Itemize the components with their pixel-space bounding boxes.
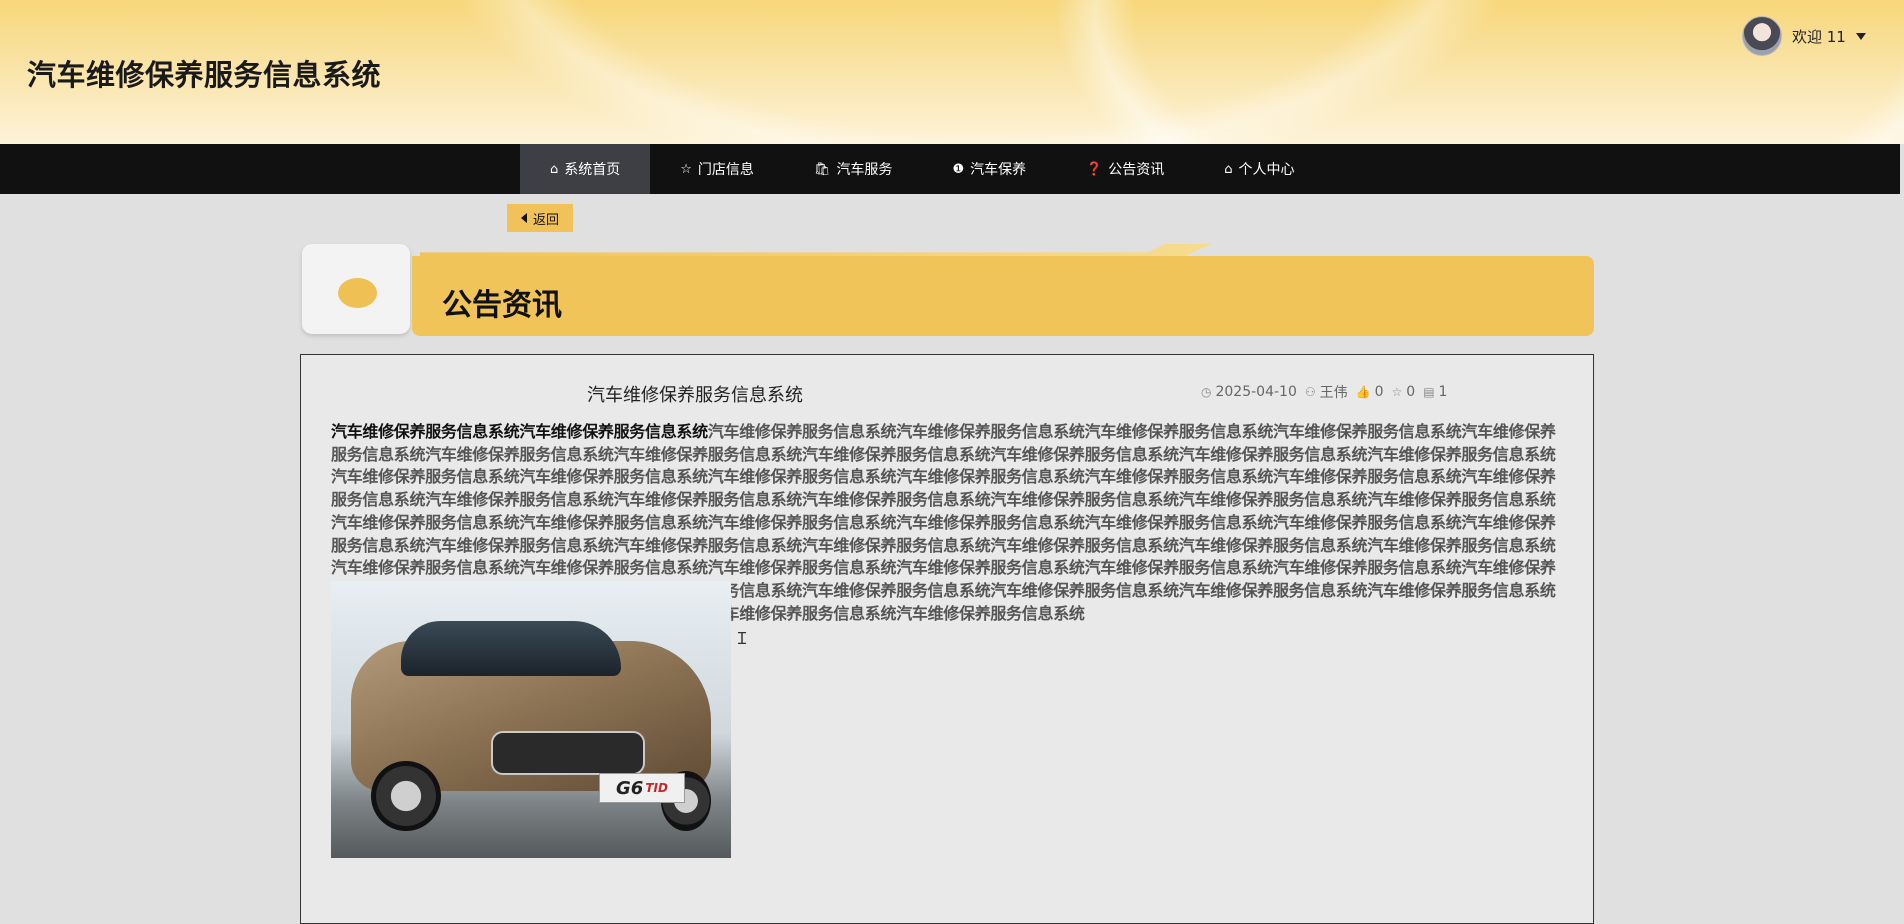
welcome-text[interactable]: 欢迎 11	[1792, 26, 1846, 47]
user-menu[interactable]: 欢迎 11	[1742, 16, 1866, 56]
nav-items: ⌂ 系统首页 ☆ 门店信息 🛍 汽车服务 ❶ 汽车保养 ❓ 公告资讯 ⌂ 个人中…	[520, 144, 1325, 194]
thumbs-up-icon: 👍	[1355, 385, 1371, 399]
star-icon: ☆	[1391, 385, 1403, 399]
site-title: 汽车维修保养服务信息系统	[27, 58, 382, 92]
caret-down-icon[interactable]	[1855, 32, 1866, 40]
date-text: 2025-04-10	[1215, 384, 1297, 400]
nav-item-label: 个人中心	[1238, 162, 1295, 178]
article-title: 汽车维修保养服务信息系统	[587, 385, 803, 406]
article-favorites[interactable]: ☆ 0	[1392, 384, 1416, 400]
car-wheel	[371, 761, 441, 831]
author-text: 王伟	[1319, 385, 1348, 401]
article-author: ⚇ 王伟	[1305, 382, 1348, 402]
comments-count: 1	[1438, 384, 1448, 400]
question-icon: ❓	[1086, 161, 1103, 177]
bag-icon: 🛍	[813, 161, 831, 177]
car-grille	[491, 731, 645, 775]
nav-item-label: 公告资讯	[1108, 162, 1165, 178]
section-banner: 公告资讯	[302, 244, 1594, 336]
avatar[interactable]	[1742, 16, 1782, 56]
main-nav: ⌂ 系统首页 ☆ 门店信息 🛍 汽车服务 ❶ 汽车保养 ❓ 公告资讯 ⌂ 个人中…	[0, 144, 1900, 194]
nav-item-home[interactable]: ⌂ 系统首页	[520, 144, 651, 194]
article-date: ◷ 2025-04-10	[1201, 384, 1297, 400]
car-plate: G6 TID	[599, 773, 685, 803]
nav-item-label: 系统首页	[564, 162, 621, 178]
home-icon: ⌂	[1224, 161, 1233, 177]
back-button[interactable]: 返回	[507, 204, 573, 232]
section-title: 公告资讯	[442, 288, 562, 323]
nav-item-label: 门店信息	[697, 162, 754, 178]
plate-suffix: TID	[645, 781, 668, 795]
home-icon: ⌂	[550, 161, 559, 177]
article-lead: 汽车维修保养服务信息系统汽车维修保养服务信息系统	[331, 422, 708, 441]
article-card: 汽车维修保养服务信息系统 ◷ 2025-04-10 ⚇ 王伟 👍 0 ☆ 0 ▤…	[300, 354, 1594, 924]
article-likes[interactable]: 👍 0	[1356, 384, 1384, 400]
nav-item-label: 汽车保养	[970, 162, 1027, 178]
info-icon: ❶	[952, 161, 965, 177]
car-window	[401, 621, 621, 676]
banner-badge	[302, 244, 410, 334]
text-cursor-icon: Ｉ	[734, 629, 751, 648]
nav-item-maintenance[interactable]: ❶ 汽车保养	[922, 144, 1056, 194]
likes-count: 0	[1374, 384, 1384, 400]
banner-bar	[412, 256, 1594, 336]
nav-item-car-service[interactable]: 🛍 汽车服务	[784, 144, 923, 194]
clock-icon: ◷	[1201, 385, 1212, 399]
nav-item-label: 汽车服务	[836, 162, 893, 178]
user-icon: ⚇	[1304, 385, 1316, 399]
back-button-label: 返回	[532, 212, 559, 228]
caret-left-icon	[520, 213, 527, 223]
article-meta: ◷ 2025-04-10 ⚇ 王伟 👍 0 ☆ 0 ▤ 1	[1201, 382, 1447, 402]
site-header: 汽车维修保养服务信息系统 欢迎 11	[0, 0, 1904, 144]
plate-text: G6	[616, 777, 644, 799]
nav-item-stores[interactable]: ☆ 门店信息	[650, 144, 784, 194]
nav-item-announcements[interactable]: ❓ 公告资讯	[1056, 144, 1194, 194]
comment-icon: ▤	[1423, 385, 1435, 399]
star-icon: ☆	[680, 161, 692, 177]
favorites-count: 0	[1406, 384, 1416, 400]
article-comments[interactable]: ▤ 1	[1423, 384, 1447, 400]
banner-dot	[338, 278, 377, 308]
nav-item-profile[interactable]: ⌂ 个人中心	[1194, 144, 1324, 194]
article-image: G6 TID	[331, 581, 731, 858]
